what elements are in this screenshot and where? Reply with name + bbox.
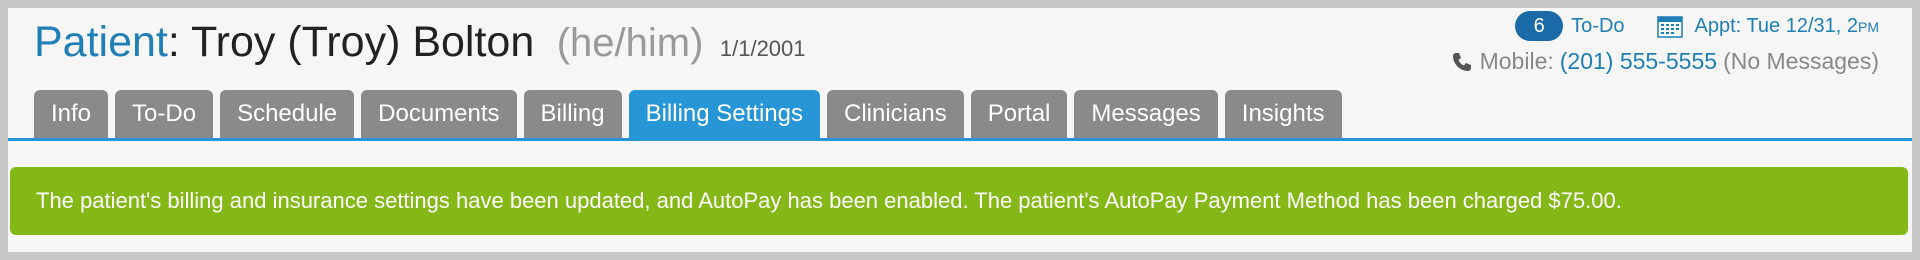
tab-clinicians[interactable]: Clinicians — [826, 90, 964, 138]
todo-appt-row: 6 To-Do Appt: Tue 12/31, 2PM — [1452, 10, 1879, 42]
patient-separator: : — [167, 18, 191, 66]
patient-prefix: Patient — [34, 18, 168, 66]
patient-header: Patient: Troy (Troy) Bolton (he/him) 1/1… — [34, 18, 806, 67]
success-alert: The patient's billing and insurance sett… — [10, 167, 1908, 235]
patient-pronouns: (he/him) — [556, 21, 704, 65]
tab-info[interactable]: Info — [34, 90, 109, 138]
tab-todo[interactable]: To-Do — [115, 90, 214, 138]
header-right: 6 To-Do Appt: Tue 12/31, 2PM Mobile: (20… — [1452, 8, 1879, 75]
calendar-icon — [1656, 16, 1683, 38]
appointment-text: Appt: Tue 12/31, 2 — [1694, 14, 1858, 37]
tab-schedule[interactable]: Schedule — [220, 90, 355, 138]
patient-name: Troy (Troy) Bolton — [191, 18, 535, 66]
todo-link[interactable]: To-Do — [1571, 15, 1624, 38]
tab-billing-settings[interactable]: Billing Settings — [628, 90, 820, 138]
patient-dob: 1/1/2001 — [719, 36, 806, 61]
todo-count-badge[interactable]: 6 — [1515, 11, 1564, 41]
appointment-link[interactable]: Appt: Tue 12/31, 2PM — [1695, 15, 1879, 38]
tab-divider — [8, 138, 1912, 141]
mobile-row: Mobile: (201) 555-5555 (No Messages) — [1452, 48, 1879, 75]
tab-insights[interactable]: Insights — [1224, 90, 1342, 138]
tab-portal[interactable]: Portal — [970, 90, 1068, 138]
mobile-label: Mobile: — [1479, 48, 1554, 74]
phone-icon — [1452, 52, 1471, 71]
mobile-number-link[interactable]: (201) 555-5555 — [1560, 48, 1717, 75]
appointment-ampm: PM — [1858, 18, 1879, 35]
patient-tabs: Info To-Do Schedule Documents Billing Bi… — [34, 90, 1342, 138]
tab-messages[interactable]: Messages — [1074, 90, 1218, 138]
tab-documents[interactable]: Documents — [361, 90, 517, 138]
mobile-messages-note: (No Messages) — [1723, 48, 1879, 74]
tab-billing[interactable]: Billing — [523, 90, 622, 138]
patient-page: Patient: Troy (Troy) Bolton (he/him) 1/1… — [8, 8, 1912, 252]
